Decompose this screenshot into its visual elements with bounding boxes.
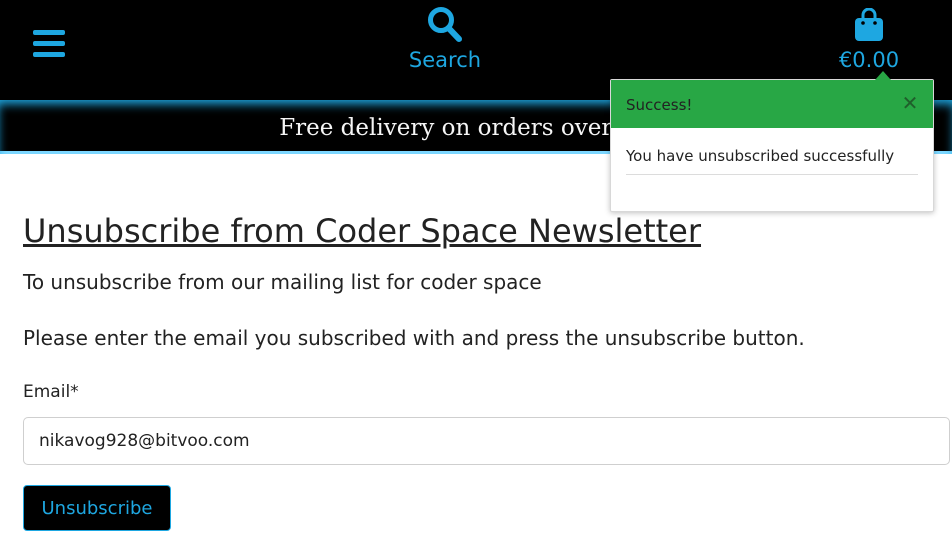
shopping-bag-icon [855, 8, 883, 41]
page-title: Unsubscribe from Coder Space Newsletter [23, 212, 702, 250]
lead-text: To unsubscribe from our mailing list for… [23, 270, 542, 294]
shopping-bag-link[interactable]: €0.00 [826, 8, 912, 78]
toast-title: Success! [626, 96, 693, 114]
instruction-text: Please enter the email you subscribed wi… [23, 326, 805, 350]
unsubscribe-button[interactable]: Unsubscribe [23, 485, 171, 531]
hamburger-menu-icon[interactable] [33, 28, 65, 60]
menu-bar [33, 41, 65, 46]
toast-header: Success! ✕ [611, 80, 933, 128]
search-icon [428, 7, 462, 42]
menu-bar [33, 52, 65, 57]
toast-divider [626, 174, 918, 175]
search-link[interactable]: Search [400, 6, 490, 76]
search-label: Search [408, 48, 482, 72]
toast-message: You have unsubscribed successfully [626, 147, 895, 165]
email-label: Email* [23, 382, 79, 402]
menu-bar [33, 30, 65, 35]
toast-arrow [875, 71, 891, 80]
bag-total: €0.00 [838, 48, 900, 72]
success-toast: Success! ✕ You have unsubscribed success… [610, 71, 934, 212]
close-icon[interactable]: ✕ [900, 92, 920, 114]
email-field[interactable] [23, 417, 950, 465]
